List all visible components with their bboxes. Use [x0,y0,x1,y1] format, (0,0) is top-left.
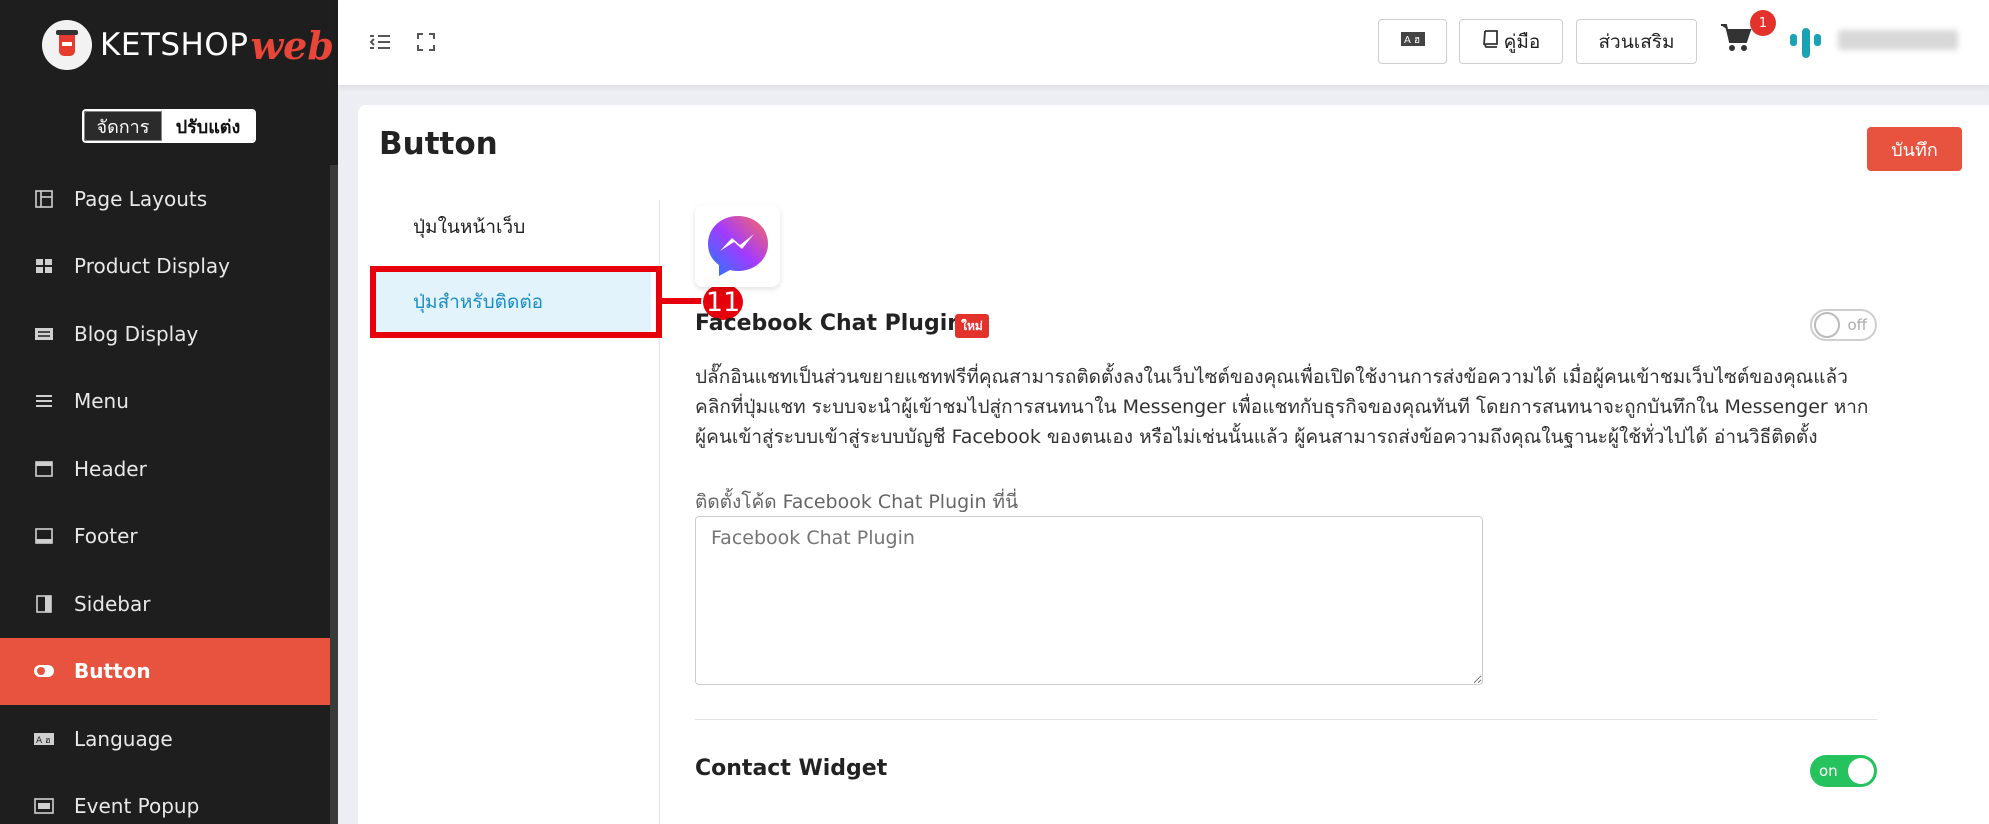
book-icon [1482,30,1498,53]
toggle-knob [1848,758,1874,784]
toggle-icon [33,660,55,682]
brand-suffix: web [250,22,334,68]
sidebar-item-language[interactable]: Aฮ Language [0,705,330,773]
sidebar-nav: Page Layouts Product Display Blog Displa… [0,165,330,824]
grid-icon [33,255,55,277]
sidebar-item-label: Page Layouts [74,186,208,211]
footer-icon [33,525,55,547]
fb-code-textarea[interactable] [695,516,1483,685]
sidebar-scrollbar[interactable] [330,165,338,824]
sidebar-item-label: Language [74,726,173,751]
fb-chat-plugin-toggle[interactable]: off [1810,309,1877,341]
mode-customize-button[interactable]: ปรับแต่ง [162,111,254,141]
toggle-knob [1814,312,1840,338]
addons-button[interactable]: ส่วนเสริม [1576,19,1697,64]
menu-icon [33,390,55,412]
mode-switch: จัดการ ปรับแต่ง [82,109,256,143]
sidebar-item-blog-display[interactable]: Blog Display [0,300,330,368]
translate-icon: Aฮ [1400,30,1426,53]
svg-text:A: A [36,736,43,746]
sidebar-item-label: Footer [74,524,138,549]
sidebar-item-sidebar[interactable]: Sidebar [0,570,330,638]
sidebar-item-label: Product Display [74,254,231,279]
fullscreen-icon[interactable] [414,30,438,54]
language-icon: Aฮ [33,728,55,750]
fb-code-field-label: ติดตั้งโค้ด Facebook Chat Plugin ที่นี่ [695,491,1019,513]
fb-chat-plugin-description: ปลั๊กอินแชทเป็นส่วนขยายแชทฟรีที่คุณสามาร… [695,366,1869,448]
brand-logo[interactable]: KETSHOP web [42,18,334,72]
sidebar-item-label: Button [74,659,151,684]
sidebar-item-event-popup[interactable]: Event Popup [0,773,330,824]
contact-widget-toggle[interactable]: on [1810,755,1877,787]
svg-text:ฮ: ฮ [45,736,51,746]
sidebar-item-label: Menu [74,389,129,414]
collapse-sidebar-icon[interactable] [368,30,392,54]
cart-icon[interactable] [1720,22,1752,52]
newspaper-icon [33,323,55,345]
messenger-icon [695,205,780,287]
fb-chat-plugin-title: Facebook Chat Plugin [695,311,963,336]
toggle-state-label: on [1819,762,1838,780]
manual-label: คู่มือ [1503,30,1541,53]
sidebar-item-label: Header [74,456,147,481]
popup-icon [33,795,55,817]
sidebar-item-button[interactable]: Button [0,637,330,705]
contact-widget-title: Contact Widget [695,756,888,781]
sidebar-item-label: Blog Display [74,321,199,346]
brand-name: KETSHOP [100,27,249,63]
sidebar-item-label: Event Popup [74,794,200,819]
section-divider [695,719,1877,720]
sidebar-item-footer[interactable]: Footer [0,503,330,571]
svg-text:A: A [1404,35,1411,46]
layout-icon [33,188,55,210]
subnav-web-buttons[interactable]: ปุ่มในหน้าเว็บ [373,193,651,261]
sidebar-item-page-layouts[interactable]: Page Layouts [0,165,330,233]
user-avatar[interactable] [1788,26,1828,60]
manual-button[interactable]: คู่มือ [1459,19,1563,64]
mode-manage-button[interactable]: จัดการ [84,111,162,141]
sidebar-item-product-display[interactable]: Product Display [0,233,330,301]
user-name-blurred [1838,30,1958,50]
language-switch-button[interactable]: Aฮ [1378,19,1447,64]
new-badge: ใหม่ [955,314,989,338]
sidebar-icon [33,593,55,615]
page-title: Button [379,126,498,162]
header-icon [33,458,55,480]
sidebar-item-header[interactable]: Header [0,435,330,503]
sidebar-item-label: Sidebar [74,591,151,616]
annotation-highlight-box [370,266,662,338]
cart-count-badge: 1 [1750,10,1776,36]
sidebar: KETSHOP web จัดการ ปรับแต่ง Page Layouts… [0,0,338,824]
toggle-state-label: off [1847,316,1867,334]
logo-cup-icon [42,20,92,70]
svg-text:ฮ: ฮ [1414,35,1420,46]
save-button[interactable]: บันทึก [1867,127,1962,171]
sidebar-item-menu[interactable]: Menu [0,368,330,436]
